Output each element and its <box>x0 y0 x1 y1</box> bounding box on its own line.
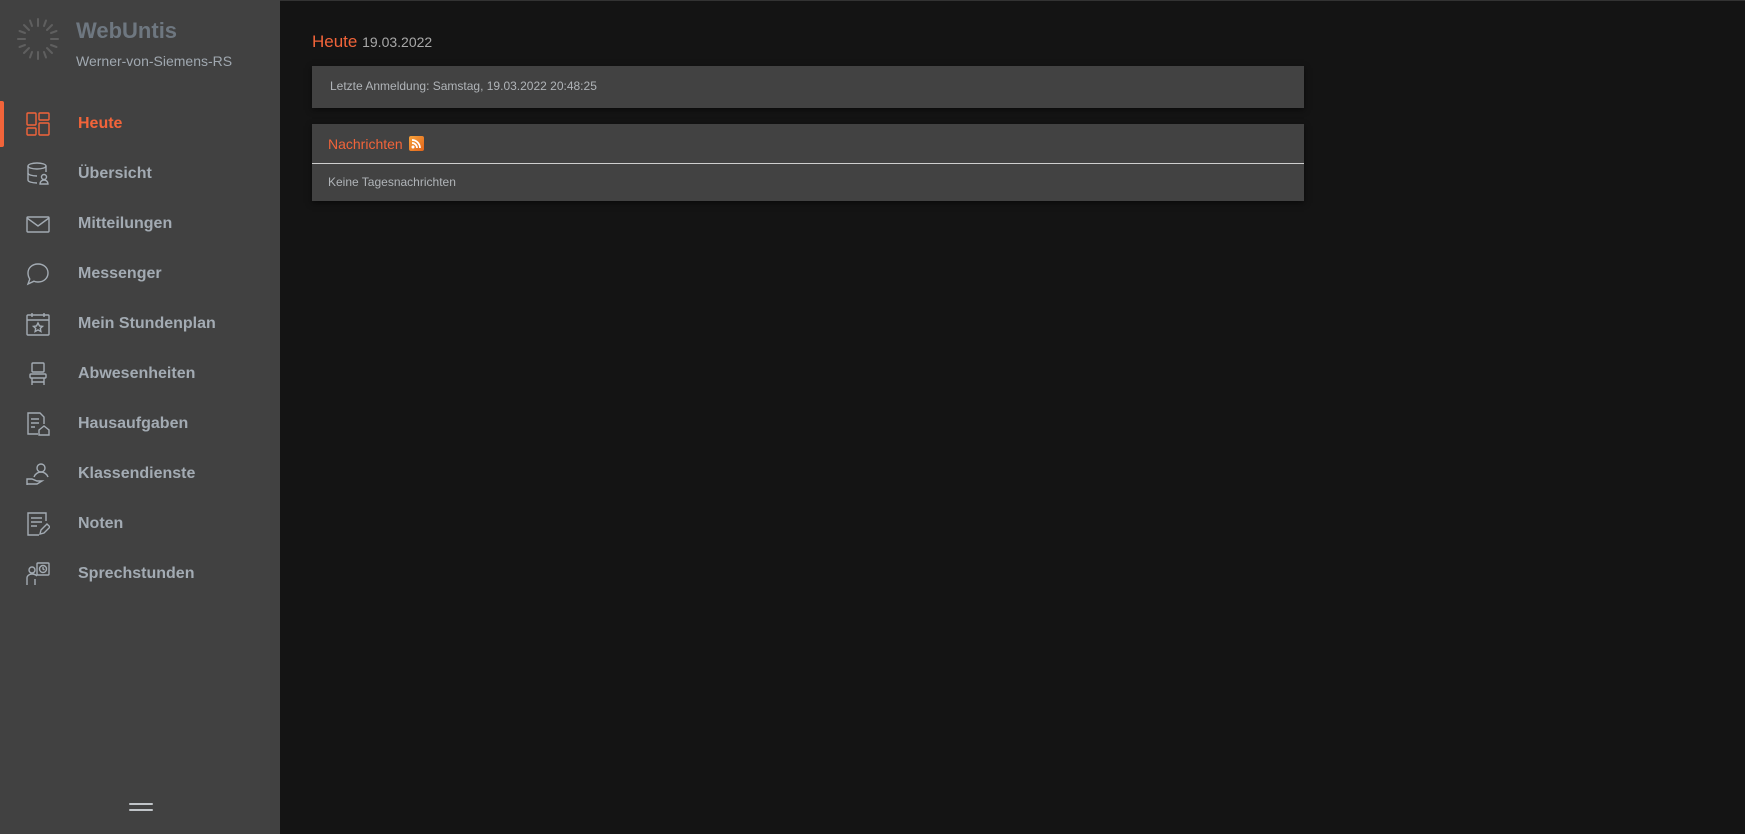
chat-bubble-icon <box>26 263 49 286</box>
dashboard-icon <box>26 112 50 136</box>
nav-item-sprechstunden[interactable]: Sprechstunden <box>0 549 280 599</box>
person-hand-icon <box>26 463 49 485</box>
page-title-text: Heute <box>312 32 358 51</box>
nav-label: Noten <box>78 515 124 532</box>
nav-label: Mitteilungen <box>78 215 173 232</box>
nav-label: Abwesenheiten <box>78 365 196 382</box>
nav-item-abwesenheiten[interactable]: Abwesenheiten <box>0 349 280 399</box>
nav-item-noten[interactable]: Noten <box>0 499 280 549</box>
envelope-icon <box>26 216 50 233</box>
nav-item-messenger[interactable]: Messenger <box>0 249 280 299</box>
document-home-icon <box>27 412 50 436</box>
nav-label: Übersicht <box>78 165 152 182</box>
nav-item-stundenplan[interactable]: Mein Stundenplan <box>0 299 280 349</box>
nav-item-uebersicht[interactable]: Übersicht <box>0 149 280 199</box>
database-user-icon <box>27 162 49 185</box>
nav-item-heute[interactable]: Heute <box>0 99 280 149</box>
rss-feed-icon[interactable] <box>408 136 424 151</box>
person-clock-icon <box>26 562 50 585</box>
app-title: WebUntis <box>76 18 178 43</box>
menu-toggle-button[interactable] <box>129 803 153 817</box>
school-name: Werner-von-Siemens-RS <box>76 53 233 69</box>
page-title: Heute 19.03.2022 <box>312 32 432 52</box>
calendar-star-icon <box>26 313 50 336</box>
news-title: Nachrichten <box>328 135 403 152</box>
main-content: Heute 19.03.2022 Letzte Anmeldung: Samst… <box>280 0 1745 834</box>
nav-label: Sprechstunden <box>78 565 195 582</box>
nav-item-klassendienste[interactable]: Klassendienste <box>0 449 280 499</box>
nav-item-mitteilungen[interactable]: Mitteilungen <box>0 199 280 249</box>
last-login-text: Letzte Anmeldung: Samstag, 19.03.2022 20… <box>330 79 597 93</box>
sidebar: WebUntis Werner-von-Siemens-RS Heute Übe… <box>0 0 280 834</box>
news-header: Nachrichten <box>312 124 1304 164</box>
news-empty-text: Keine Tagesnachrichten <box>328 175 456 189</box>
page-date: 19.03.2022 <box>362 34 433 50</box>
nav-label: Hausaufgaben <box>78 415 189 432</box>
nav-label: Klassendienste <box>78 465 196 482</box>
news-body: Keine Tagesnachrichten <box>312 164 1304 200</box>
news-panel: Nachrichten Keine Tagesnachrichten <box>312 124 1304 201</box>
logo-spinner-icon <box>17 18 59 60</box>
nav-label: Heute <box>78 115 123 132</box>
document-edit-icon <box>27 512 50 536</box>
nav-label: Mein Stundenplan <box>78 315 216 332</box>
last-login-panel: Letzte Anmeldung: Samstag, 19.03.2022 20… <box>312 66 1304 108</box>
chair-icon <box>29 362 47 385</box>
nav-menu: Heute Übersicht Mitteilungen Messenger M… <box>0 99 280 599</box>
nav-label: Messenger <box>78 265 162 282</box>
nav-item-hausaufgaben[interactable]: Hausaufgaben <box>0 399 280 449</box>
